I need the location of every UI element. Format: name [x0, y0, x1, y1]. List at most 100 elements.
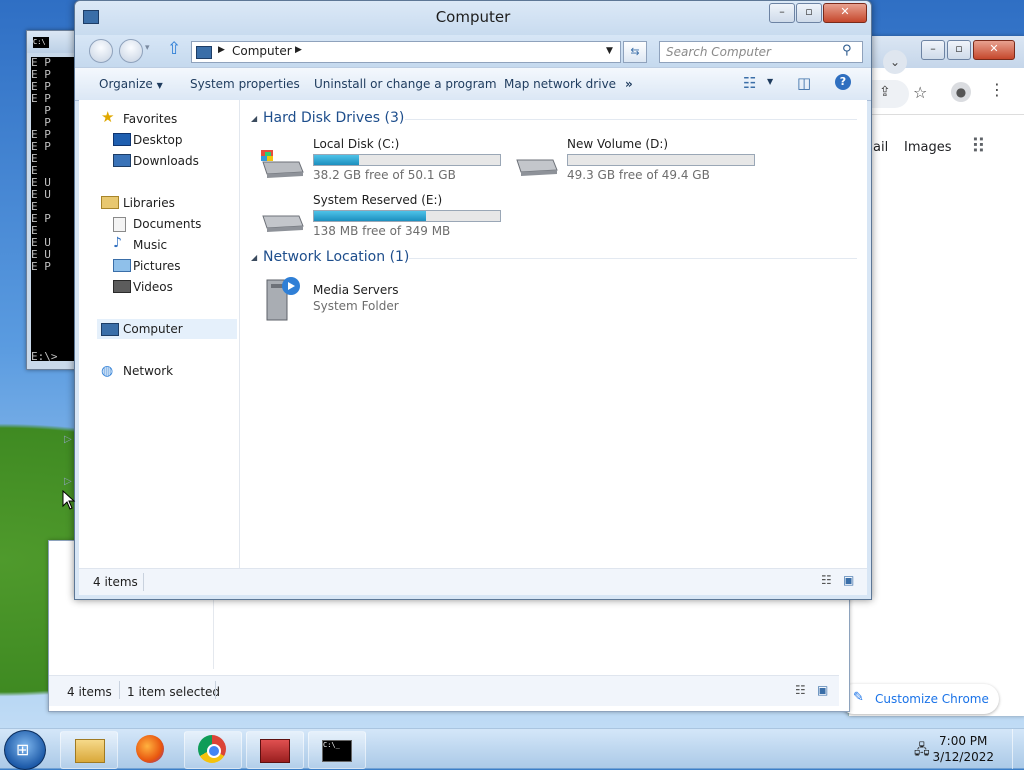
music-icon: ♪ — [113, 235, 122, 251]
collapse-group-icon[interactable]: ◢ — [251, 253, 257, 262]
cmd-prompt: E:\> — [31, 350, 58, 363]
expand-arrow-icon[interactable]: ▷ — [64, 476, 72, 487]
drive-c-usage-bar — [313, 154, 501, 166]
breadcrumb-arrow-icon[interactable]: ▶ — [295, 45, 302, 55]
command-prompt-window[interactable]: C:\ E P E P E P E P P P E P E P E E E U … — [26, 30, 80, 370]
media-servers-name[interactable]: Media Servers — [313, 283, 398, 297]
change-view-icon[interactable]: ☷ — [743, 74, 756, 92]
status-item-count: 4 items — [93, 575, 138, 589]
map-network-drive-button[interactable]: Map network drive — [504, 77, 616, 91]
taskbar-toolbox[interactable] — [246, 731, 304, 769]
hard-drive-icon[interactable] — [259, 204, 305, 236]
explorer-window: Computer – ▫ ✕ ▾ ⇧ ▶ Computer ▶ ▼ ⇆ Sear… — [74, 0, 872, 600]
details-view-icon[interactable]: ☷ — [795, 683, 806, 697]
group-divider — [405, 119, 857, 120]
view-options-chevron-icon[interactable]: ▼ — [767, 77, 773, 86]
nav-music[interactable]: Music — [133, 238, 167, 252]
nav-desktop[interactable]: Desktop — [133, 133, 183, 147]
hard-drive-windows-icon[interactable] — [259, 148, 305, 180]
search-icon[interactable]: ⚲ — [842, 43, 852, 58]
windows-logo-icon: ⊞ — [16, 740, 30, 759]
collapse-group-icon[interactable]: ◢ — [251, 114, 257, 123]
minimize-button[interactable]: – — [769, 3, 795, 23]
breadcrumb-computer[interactable]: Computer — [232, 44, 292, 58]
chrome-icon-center — [207, 744, 221, 758]
expand-arrow-icon[interactable]: ▷ — [64, 434, 72, 445]
drive-c-name[interactable]: Local Disk (C:) — [313, 137, 399, 151]
nav-pictures[interactable]: Pictures — [133, 259, 181, 273]
window-title: Computer — [435, 8, 511, 26]
chrome-maximize-button[interactable]: ▫ — [947, 40, 971, 60]
folder-icon — [75, 739, 105, 763]
explorer-content: ★ Favorites Desktop Downloads Libraries … — [79, 100, 867, 568]
chrome-tab-dropdown-icon[interactable]: ⌄ — [883, 50, 907, 74]
profile-avatar-icon[interactable]: ● — [951, 82, 971, 102]
back-button[interactable] — [89, 39, 113, 63]
taskbar-explorer[interactable] — [60, 731, 118, 769]
pictures-icon — [113, 259, 131, 272]
taskbar-chrome[interactable] — [184, 731, 242, 769]
navigation-pane: ★ Favorites Desktop Downloads Libraries … — [79, 100, 240, 568]
uninstall-program-button[interactable]: Uninstall or change a program — [314, 77, 497, 91]
network-globe-icon: ◍ — [101, 363, 114, 379]
customize-chrome-button[interactable]: ✎ Customize Chrome — [839, 684, 999, 714]
network-tray-icon[interactable]: 🖧 — [914, 739, 930, 763]
computer-icon — [101, 323, 119, 336]
organize-menu[interactable]: Organize ▼ — [99, 77, 163, 91]
explorer-titlebar[interactable]: Computer – ▫ ✕ — [75, 1, 871, 35]
videos-icon — [113, 280, 131, 293]
cmd-icon: C:\_ — [322, 740, 352, 762]
nav-videos[interactable]: Videos — [133, 280, 173, 294]
taskbar-cmd[interactable]: C:\_ — [308, 731, 366, 769]
apps-grid-icon[interactable]: ⠿ — [971, 134, 986, 158]
gmail-link[interactable]: ail — [873, 140, 888, 155]
mouse-cursor-icon — [62, 489, 76, 513]
breadcrumb-arrow-icon[interactable]: ▶ — [218, 45, 225, 55]
clock-date: 3/12/2022 — [932, 750, 994, 764]
cmd-output: E P E P E P E P P P E P E P E E E U E U … — [31, 57, 75, 361]
start-button[interactable]: ⊞ — [4, 730, 46, 770]
drive-e-name[interactable]: System Reserved (E:) — [313, 193, 442, 207]
group-header-network-location[interactable]: Network Location (1) — [263, 249, 409, 265]
forward-button[interactable] — [119, 39, 143, 63]
hard-drive-icon[interactable] — [513, 148, 559, 180]
share-icon[interactable]: ⇪ — [879, 84, 891, 100]
address-bar[interactable]: ▶ Computer ▶ ▼ — [191, 41, 621, 63]
up-arrow-icon[interactable]: ⇧ — [167, 39, 181, 59]
bookmark-star-icon[interactable]: ☆ — [913, 83, 927, 102]
address-dropdown-icon[interactable]: ▼ — [606, 46, 613, 56]
chrome-toolbar: ⇪ ☆ ● ⋮ — [849, 74, 1024, 115]
show-desktop-button[interactable] — [1012, 729, 1024, 769]
nav-favorites[interactable]: Favorites — [123, 112, 177, 126]
large-icons-view-icon[interactable]: ▣ — [843, 573, 854, 587]
drive-d-name[interactable]: New Volume (D:) — [567, 137, 668, 151]
search-placeholder: Search Computer — [666, 45, 771, 59]
nav-documents[interactable]: Documents — [133, 217, 201, 231]
chrome-close-button[interactable]: ✕ — [973, 40, 1015, 60]
close-button[interactable]: ✕ — [823, 3, 867, 23]
details-view-icon[interactable]: ☷ — [821, 573, 832, 587]
nav-network[interactable]: Network — [123, 364, 173, 378]
drive-c-free: 38.2 GB free of 50.1 GB — [313, 168, 456, 182]
chrome-minimize-button[interactable]: – — [921, 40, 945, 60]
large-icons-view-icon[interactable]: ▣ — [817, 683, 828, 697]
nav-downloads[interactable]: Downloads — [133, 154, 199, 168]
media-server-icon[interactable] — [263, 274, 303, 324]
usage-fill — [314, 211, 426, 221]
images-link[interactable]: Images — [904, 140, 952, 155]
refresh-button[interactable]: ⇆ — [623, 41, 647, 63]
recent-pages-chevron-icon[interactable]: ▾ — [145, 43, 150, 53]
nav-computer[interactable]: Computer — [123, 322, 183, 336]
maximize-button[interactable]: ▫ — [796, 3, 822, 23]
group-header-hard-disks[interactable]: Hard Disk Drives (3) — [263, 110, 404, 126]
more-commands-button[interactable]: » — [625, 77, 633, 91]
clock[interactable]: 7:00 PM 3/12/2022 — [932, 733, 994, 765]
chrome-menu-icon[interactable]: ⋮ — [989, 80, 1005, 99]
help-icon[interactable]: ? — [835, 74, 851, 90]
nav-libraries[interactable]: Libraries — [123, 196, 175, 210]
preview-pane-icon[interactable]: ◫ — [797, 74, 811, 92]
customize-chrome-label: Customize Chrome — [875, 692, 989, 706]
search-input[interactable]: Search Computer ⚲ — [659, 41, 863, 63]
firefox-icon[interactable] — [136, 735, 164, 763]
system-properties-button[interactable]: System properties — [190, 77, 300, 91]
